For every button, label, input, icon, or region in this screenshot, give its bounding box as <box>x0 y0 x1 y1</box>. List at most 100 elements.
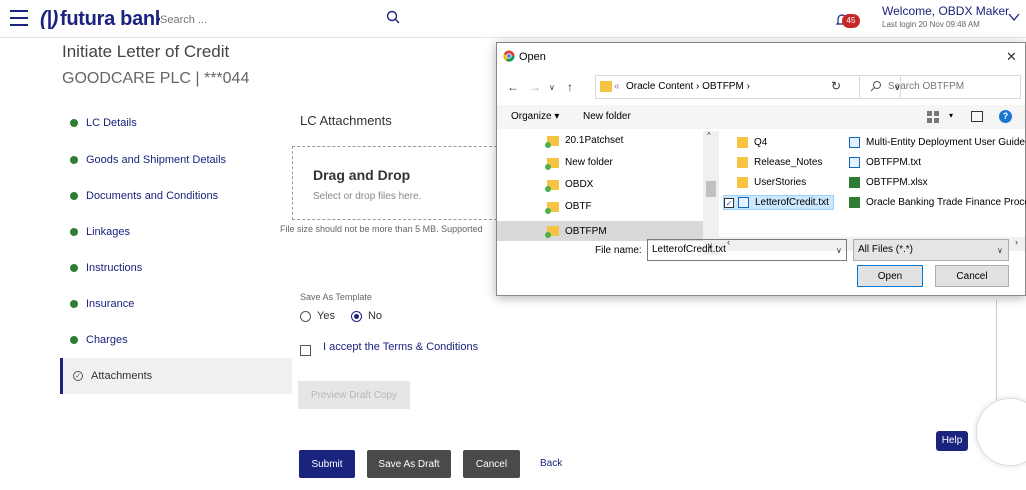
preview-draft-button[interactable]: Preview Draft Copy <box>298 381 410 409</box>
nav-label: LC Details <box>86 117 137 129</box>
radio-no-label[interactable]: No <box>368 310 382 322</box>
nav-label: Goods and Shipment Details <box>86 154 227 166</box>
chat-bubble[interactable] <box>976 398 1026 466</box>
radio-yes-label[interactable]: Yes <box>317 310 335 322</box>
file-item[interactable]: Multi-Entity Deployment User Guide- <box>849 137 1026 148</box>
nav-item-goods-shipment[interactable]: Goods and Shipment Details <box>60 142 292 178</box>
scroll-up-icon[interactable]: ^ <box>707 131 711 140</box>
nav-label: Charges <box>86 334 128 346</box>
file-item[interactable]: OBTFPM.txt <box>849 157 921 168</box>
folder-icon <box>545 226 559 238</box>
document-icon <box>849 197 860 208</box>
complete-dot-icon <box>70 264 78 272</box>
file-name: OBTFPM.xlsx <box>866 177 928 188</box>
chevron-down-icon[interactable]: ∨ <box>997 246 1003 255</box>
folder-icon <box>545 157 559 170</box>
nav-item-lc-details[interactable]: LC Details <box>60 104 292 142</box>
refresh-icon[interactable]: ↻ <box>831 79 841 93</box>
complete-dot-icon <box>70 156 78 164</box>
terms-link[interactable]: I accept the Terms & Conditions <box>323 341 478 353</box>
complete-dot-icon <box>70 228 78 236</box>
file-item[interactable]: Oracle Banking Trade Finance Process <box>849 197 1026 208</box>
tree-scroll-thumb[interactable] <box>706 181 716 197</box>
tree-item[interactable]: 20.1Patchset <box>545 135 623 148</box>
file-name-input[interactable]: LetterofCredit.txt <box>647 239 847 261</box>
new-folder-button[interactable]: New folder <box>583 111 631 122</box>
file-name: LetterofCredit.txt <box>755 197 829 208</box>
organize-menu[interactable]: Organize ▾ <box>511 111 559 122</box>
nav-item-linkages[interactable]: Linkages <box>60 214 292 250</box>
cancel-button[interactable]: Cancel <box>463 450 520 478</box>
open-button[interactable]: Open <box>857 265 923 287</box>
nav-item-attachments[interactable]: ✓ Attachments <box>60 358 292 394</box>
complete-dot-icon <box>70 336 78 344</box>
step-navigation: LC Details Goods and Shipment Details Do… <box>60 104 292 394</box>
folder-icon <box>545 135 559 148</box>
nav-label: Instructions <box>86 262 143 274</box>
complete-dot-icon <box>70 300 78 308</box>
nav-item-documents-conditions[interactable]: Documents and Conditions <box>60 178 292 214</box>
view-chevron-icon[interactable]: ▾ <box>949 111 953 120</box>
folder-search-placeholder: Search OBTFPM <box>888 81 965 92</box>
back-link[interactable]: Back <box>540 458 562 469</box>
brand-name: futura bank <box>60 8 166 30</box>
search-input[interactable] <box>160 10 390 30</box>
radio-no[interactable] <box>350 310 362 322</box>
address-bar[interactable]: « Oracle Content › OBTFPM › ∨ <box>595 75 901 99</box>
nav-item-insurance[interactable]: Insurance <box>60 286 292 322</box>
file-list: Q4 Release_Notes UserStories ✓ LetterofCr… <box>719 131 1026 231</box>
preview-pane-icon[interactable] <box>971 111 983 122</box>
radio-yes[interactable] <box>300 310 311 322</box>
file-item-selected[interactable]: ✓ LetterofCredit.txt <box>723 195 834 210</box>
submit-button[interactable]: Submit <box>299 450 355 478</box>
file-item[interactable]: Release_Notes <box>737 157 822 168</box>
file-name: OBTFPM.txt <box>866 157 921 168</box>
tree-item[interactable]: New folder <box>545 157 613 170</box>
save-as-template-label: Save As Template <box>300 292 372 302</box>
tree-item-label: OBTF <box>565 201 592 212</box>
scroll-right-icon[interactable]: › <box>1015 237 1018 247</box>
chevron-down-icon[interactable]: ∨ <box>836 246 842 255</box>
close-icon[interactable]: ✕ <box>1006 49 1017 65</box>
nav-label: Attachments <box>91 370 153 382</box>
complete-dot-icon <box>70 119 78 127</box>
tree-item-label: New folder <box>565 157 613 168</box>
checkbox-icon[interactable]: ✓ <box>724 197 734 208</box>
up-arrow-icon[interactable]: ↑ <box>567 80 573 94</box>
dialog-cancel-button[interactable]: Cancel <box>935 265 1009 287</box>
back-arrow-icon[interactable]: ← <box>507 80 519 94</box>
file-name: UserStories <box>754 177 807 188</box>
file-item[interactable]: UserStories <box>737 177 806 188</box>
help-button[interactable]: Help <box>936 431 968 451</box>
folder-tree: 20.1Patchset New folder OBDX OBTF OBTFPM <box>497 131 719 255</box>
help-icon[interactable]: ? <box>999 110 1012 123</box>
file-item[interactable]: OBTFPM.xlsx <box>849 177 928 188</box>
menu-icon[interactable] <box>10 10 28 26</box>
search-icon[interactable] <box>386 10 400 24</box>
folder-search-input[interactable]: Search OBTFPM <box>859 75 1021 99</box>
path-overflow: « <box>614 81 620 92</box>
view-options-icon[interactable] <box>927 111 939 123</box>
folder-icon <box>600 81 612 92</box>
terms-checkbox[interactable] <box>300 345 311 356</box>
search-icon <box>870 81 881 92</box>
nav-item-instructions[interactable]: Instructions <box>60 250 292 286</box>
page-title: Initiate Letter of Credit <box>62 42 230 61</box>
welcome-text[interactable]: Welcome, OBDX Maker <box>882 4 1009 18</box>
file-type-select[interactable]: All Files (*.*) <box>853 239 1009 261</box>
tree-item[interactable]: OBTF <box>545 201 592 214</box>
file-item[interactable]: Q4 <box>737 137 767 148</box>
file-drop-zone[interactable]: Drag and Drop Select or drop files here. <box>292 146 502 220</box>
file-name: Release_Notes <box>754 157 823 168</box>
tree-item-selected[interactable]: OBTFPM <box>497 221 703 241</box>
nav-label: Insurance <box>86 298 135 310</box>
recent-chevron-icon[interactable]: ∨ <box>549 83 555 92</box>
chevron-down-icon[interactable] <box>1008 12 1020 22</box>
save-draft-button[interactable]: Save As Draft <box>367 450 451 478</box>
tree-item[interactable]: OBDX <box>545 179 593 192</box>
nav-item-charges[interactable]: Charges <box>60 322 292 358</box>
address-row: ← → ∨ ↑ « Oracle Content › OBTFPM › ∨ ↻ … <box>503 75 1021 99</box>
brand-logo[interactable]: (|) futura bank <box>40 8 166 31</box>
forward-arrow-icon[interactable]: → <box>529 80 541 94</box>
template-radio-group: Yes No <box>300 310 382 322</box>
